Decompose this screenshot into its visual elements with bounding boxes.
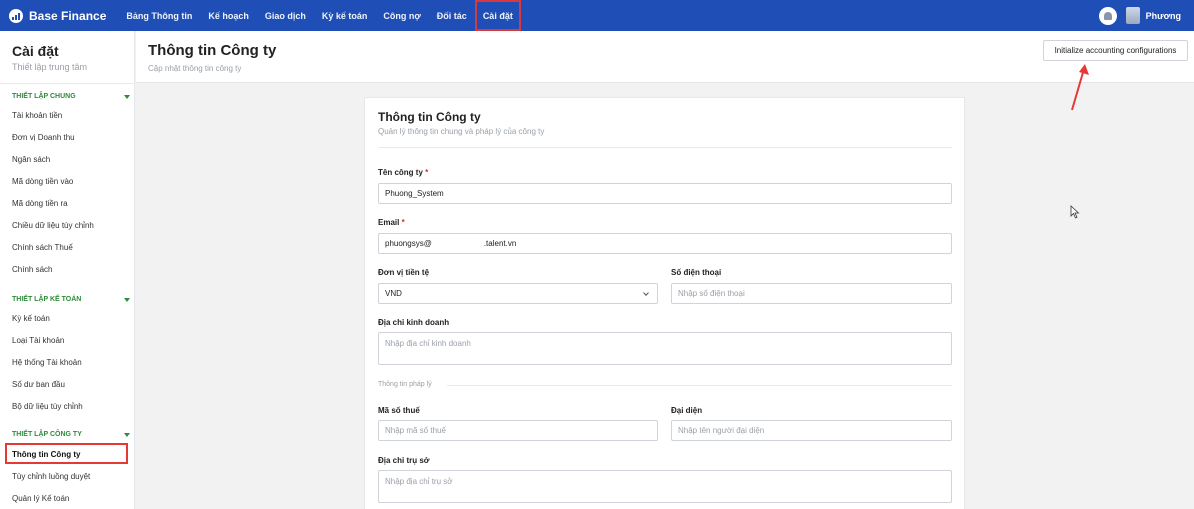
- section-heading: THIẾT LẬP CHUNG: [12, 93, 76, 100]
- chevron-down-icon: [124, 297, 130, 302]
- tax-code-label: Mã số thuế: [378, 406, 420, 415]
- company-info-card: Thông tin Công ty Quản lý thông tin chun…: [364, 97, 965, 509]
- section-company-settings[interactable]: THIẾT LẬP CÔNG TY: [12, 431, 130, 438]
- sidebar-item-account-types[interactable]: Loại Tài khoản: [12, 336, 64, 345]
- sidebar-divider: [0, 83, 135, 84]
- chevron-down-icon: [124, 432, 130, 437]
- legal-divider: [447, 385, 952, 386]
- section-heading: THIẾT LẬP KẾ TOÁN: [12, 296, 82, 303]
- sidebar-item-approval-flow[interactable]: Tùy chỉnh luồng duyệt: [12, 472, 90, 481]
- user-area: Phương: [1098, 0, 1194, 31]
- business-address-input[interactable]: Nhập địa chỉ kinh doanh: [378, 332, 952, 365]
- mouse-cursor-icon: [1070, 205, 1080, 219]
- settings-sidebar: Cài đặt Thiết lập trung tâm THIẾT LẬP CH…: [0, 31, 135, 509]
- representative-label: Đại diện: [671, 406, 703, 415]
- email-input[interactable]: phuongsys@ .talent.vn: [378, 233, 952, 254]
- tax-code-input[interactable]: Nhập mã số thuế: [378, 420, 658, 441]
- required-mark: *: [401, 218, 405, 227]
- sidebar-item-tax-policy[interactable]: Chính sách Thuế: [12, 243, 73, 252]
- notification-bell-icon[interactable]: [1098, 6, 1117, 25]
- hq-address-input[interactable]: Nhập địa chỉ trụ sở: [378, 470, 952, 503]
- company-name-label: Tên công ty *: [378, 168, 428, 177]
- brand-name: Base Finance: [29, 8, 107, 23]
- page-subtitle: Cập nhật thông tin công ty: [148, 64, 242, 73]
- nav-debts[interactable]: Công nợ: [375, 0, 428, 31]
- nav-dashboard[interactable]: Bảng Thông tin: [118, 0, 200, 31]
- hq-address-label: Địa chỉ trụ sở: [378, 456, 430, 465]
- nav-partners[interactable]: Đối tác: [429, 0, 475, 31]
- section-accounting-settings[interactable]: THIẾT LẬP KẾ TOÁN: [12, 296, 130, 303]
- avatar[interactable]: [1125, 7, 1140, 24]
- nav-accounting-periods[interactable]: Kỳ kế toán: [314, 0, 376, 31]
- card-subtitle: Quản lý thông tin chung và pháp lý của c…: [378, 127, 545, 136]
- logo-icon: [9, 8, 23, 23]
- label-text: Email: [378, 218, 400, 227]
- sidebar-item-budget[interactable]: Ngân sách: [12, 155, 50, 164]
- company-name-input[interactable]: Phuong_System: [378, 183, 952, 204]
- sidebar-item-accountant-management[interactable]: Quản lý Kế toán: [12, 494, 69, 503]
- email-domain: .talent.vn: [483, 239, 517, 248]
- chevron-down-icon: [124, 94, 130, 99]
- section-heading: THIẾT LẬP CÔNG TY: [12, 431, 82, 438]
- email-label: Email *: [378, 218, 405, 227]
- sidebar-item-revenue-units[interactable]: Đơn vị Doanh thu: [12, 133, 75, 142]
- required-mark: *: [425, 168, 429, 177]
- top-navbar: Base Finance Bảng Thông tin Kế hoạch Gia…: [0, 0, 1194, 31]
- card-divider: [378, 147, 952, 148]
- page-title: Thông tin Công ty: [148, 42, 277, 59]
- currency-select[interactable]: VND: [378, 283, 658, 304]
- sidebar-title: Cài đặt: [12, 43, 59, 59]
- sidebar-item-chart-of-accounts[interactable]: Hệ thống Tài khoản: [12, 358, 82, 367]
- business-address-label: Địa chỉ kinh doanh: [378, 318, 450, 327]
- brand-logo[interactable]: Base Finance: [9, 8, 107, 23]
- sidebar-item-custom-datasets[interactable]: Bộ dữ liệu tùy chỉnh: [12, 402, 83, 411]
- sidebar-item-policy[interactable]: Chính sách: [12, 265, 52, 274]
- page-header: Thông tin Công ty Cập nhật thông tin côn…: [136, 31, 1194, 83]
- section-general-settings[interactable]: THIẾT LẬP CHUNG: [12, 93, 130, 100]
- sidebar-item-accounting-periods[interactable]: Kỳ kế toán: [12, 314, 50, 323]
- currency-label: Đơn vị tiền tệ: [378, 268, 430, 277]
- sidebar-item-cash-out-codes[interactable]: Mã dòng tiền ra: [12, 199, 68, 208]
- legal-info-heading: Thông tin pháp lý: [378, 381, 432, 388]
- currency-value: VND: [385, 289, 402, 298]
- sidebar-item-cash-in-codes[interactable]: Mã dòng tiền vào: [12, 177, 73, 186]
- nav-transactions[interactable]: Giao dịch: [257, 0, 314, 31]
- annotation-arrow-icon: [1071, 64, 1089, 111]
- nav-settings[interactable]: Cài đặt: [474, 0, 521, 31]
- representative-input[interactable]: Nhập tên người đại diện: [671, 420, 952, 441]
- label-text: Tên công ty: [378, 168, 423, 177]
- sidebar-subtitle: Thiết lập trung tâm: [12, 62, 88, 72]
- sidebar-item-cash-accounts[interactable]: Tài khoản tiền: [12, 111, 62, 120]
- nav-plan[interactable]: Kế hoạch: [200, 0, 257, 31]
- user-name[interactable]: Phương: [1146, 11, 1181, 21]
- initialize-accounting-button[interactable]: Initialize accounting configurations: [1043, 40, 1188, 61]
- sidebar-item-custom-dimensions[interactable]: Chiều dữ liệu tùy chỉnh: [12, 221, 94, 230]
- phone-input[interactable]: Nhập số điện thoại: [671, 283, 952, 304]
- annotation-highlight-box: [5, 443, 128, 464]
- email-local-part: phuongsys@: [385, 239, 432, 248]
- sidebar-item-opening-balances[interactable]: Số dư ban đầu: [12, 380, 65, 389]
- phone-label: Số điện thoại: [671, 268, 722, 277]
- card-title: Thông tin Công ty: [378, 110, 481, 124]
- chevron-down-icon: [643, 290, 649, 296]
